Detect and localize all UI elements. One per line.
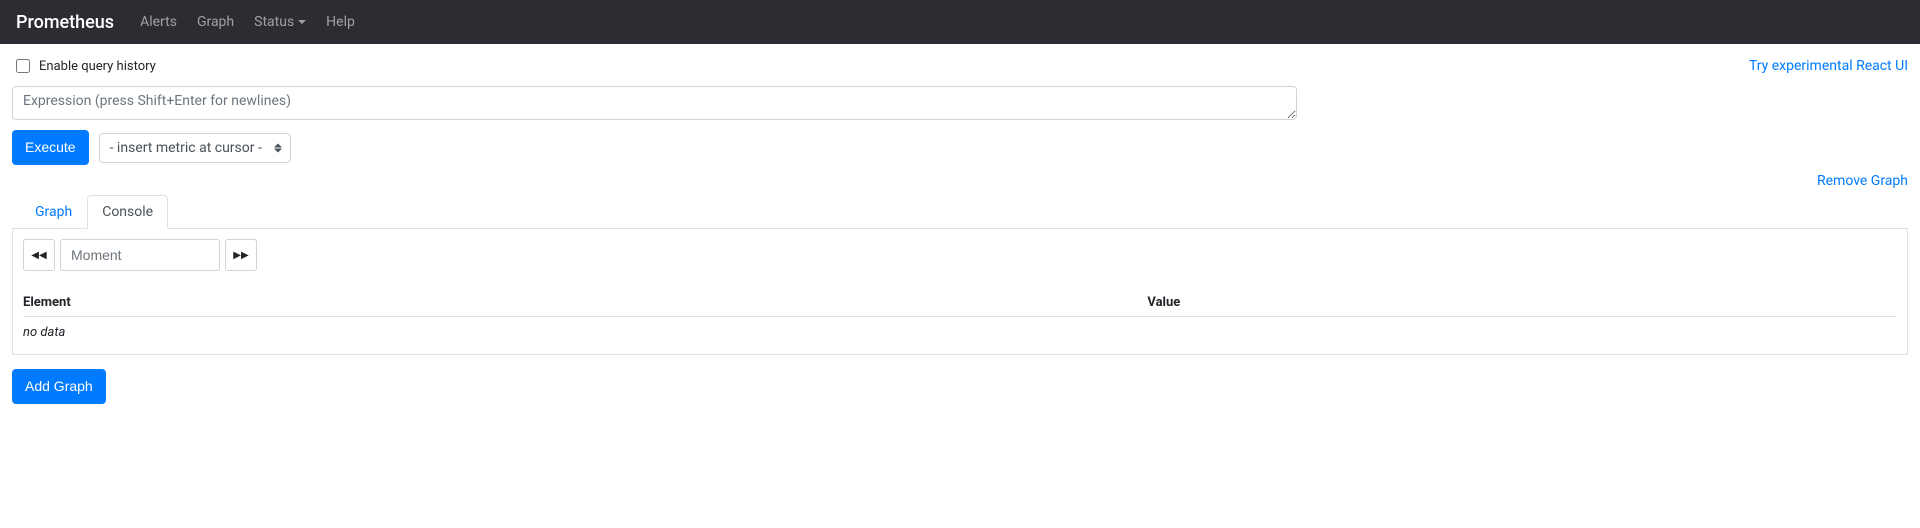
metric-select-label: - insert metric at cursor - bbox=[110, 140, 262, 156]
main-container: Enable query history Try experimental Re… bbox=[0, 44, 1920, 416]
tab-graph[interactable]: Graph bbox=[20, 195, 87, 229]
result-table: Element Value bbox=[23, 289, 1897, 317]
exec-row: Execute - insert metric at cursor - bbox=[12, 130, 1908, 165]
double-chevron-right-icon: ▶▶ bbox=[233, 250, 248, 261]
query-history-toggle[interactable]: Enable query history bbox=[12, 56, 156, 76]
value-column-header: Value bbox=[1147, 289, 1897, 317]
no-data-message: no data bbox=[23, 317, 1897, 344]
moment-row: ◀◀ ▶▶ bbox=[23, 239, 1897, 271]
console-panel: ◀◀ ▶▶ Element Value no data bbox=[12, 229, 1908, 355]
navbar: Prometheus Alerts Graph Status Help bbox=[0, 0, 1920, 44]
add-graph-button[interactable]: Add Graph bbox=[12, 369, 106, 404]
metric-select[interactable]: - insert metric at cursor - bbox=[99, 133, 291, 163]
nav-status-label: Status bbox=[254, 14, 294, 30]
query-history-checkbox[interactable] bbox=[16, 59, 30, 73]
top-row: Enable query history Try experimental Re… bbox=[12, 56, 1908, 76]
select-arrows-icon bbox=[274, 143, 282, 152]
remove-row: Remove Graph bbox=[12, 173, 1908, 189]
expression-input[interactable] bbox=[12, 86, 1297, 120]
remove-graph-link[interactable]: Remove Graph bbox=[1817, 173, 1908, 189]
execute-button[interactable]: Execute bbox=[12, 130, 89, 165]
chevron-down-icon bbox=[298, 20, 306, 24]
tab-console[interactable]: Console bbox=[87, 195, 168, 229]
nav-status-dropdown[interactable]: Status bbox=[244, 6, 316, 38]
tabs: Graph Console bbox=[12, 195, 1908, 229]
query-history-label: Enable query history bbox=[39, 59, 156, 74]
moment-input[interactable] bbox=[60, 239, 220, 271]
nav-help[interactable]: Help bbox=[316, 6, 365, 38]
element-column-header: Element bbox=[23, 289, 1147, 317]
double-chevron-left-icon: ◀◀ bbox=[31, 250, 46, 261]
moment-prev-button[interactable]: ◀◀ bbox=[23, 239, 55, 271]
nav-alerts[interactable]: Alerts bbox=[130, 6, 187, 38]
brand-link[interactable]: Prometheus bbox=[16, 12, 114, 33]
add-graph-wrap: Add Graph bbox=[12, 369, 1908, 404]
nav-graph[interactable]: Graph bbox=[187, 6, 244, 38]
react-ui-link[interactable]: Try experimental React UI bbox=[1749, 58, 1908, 74]
moment-next-button[interactable]: ▶▶ bbox=[225, 239, 257, 271]
